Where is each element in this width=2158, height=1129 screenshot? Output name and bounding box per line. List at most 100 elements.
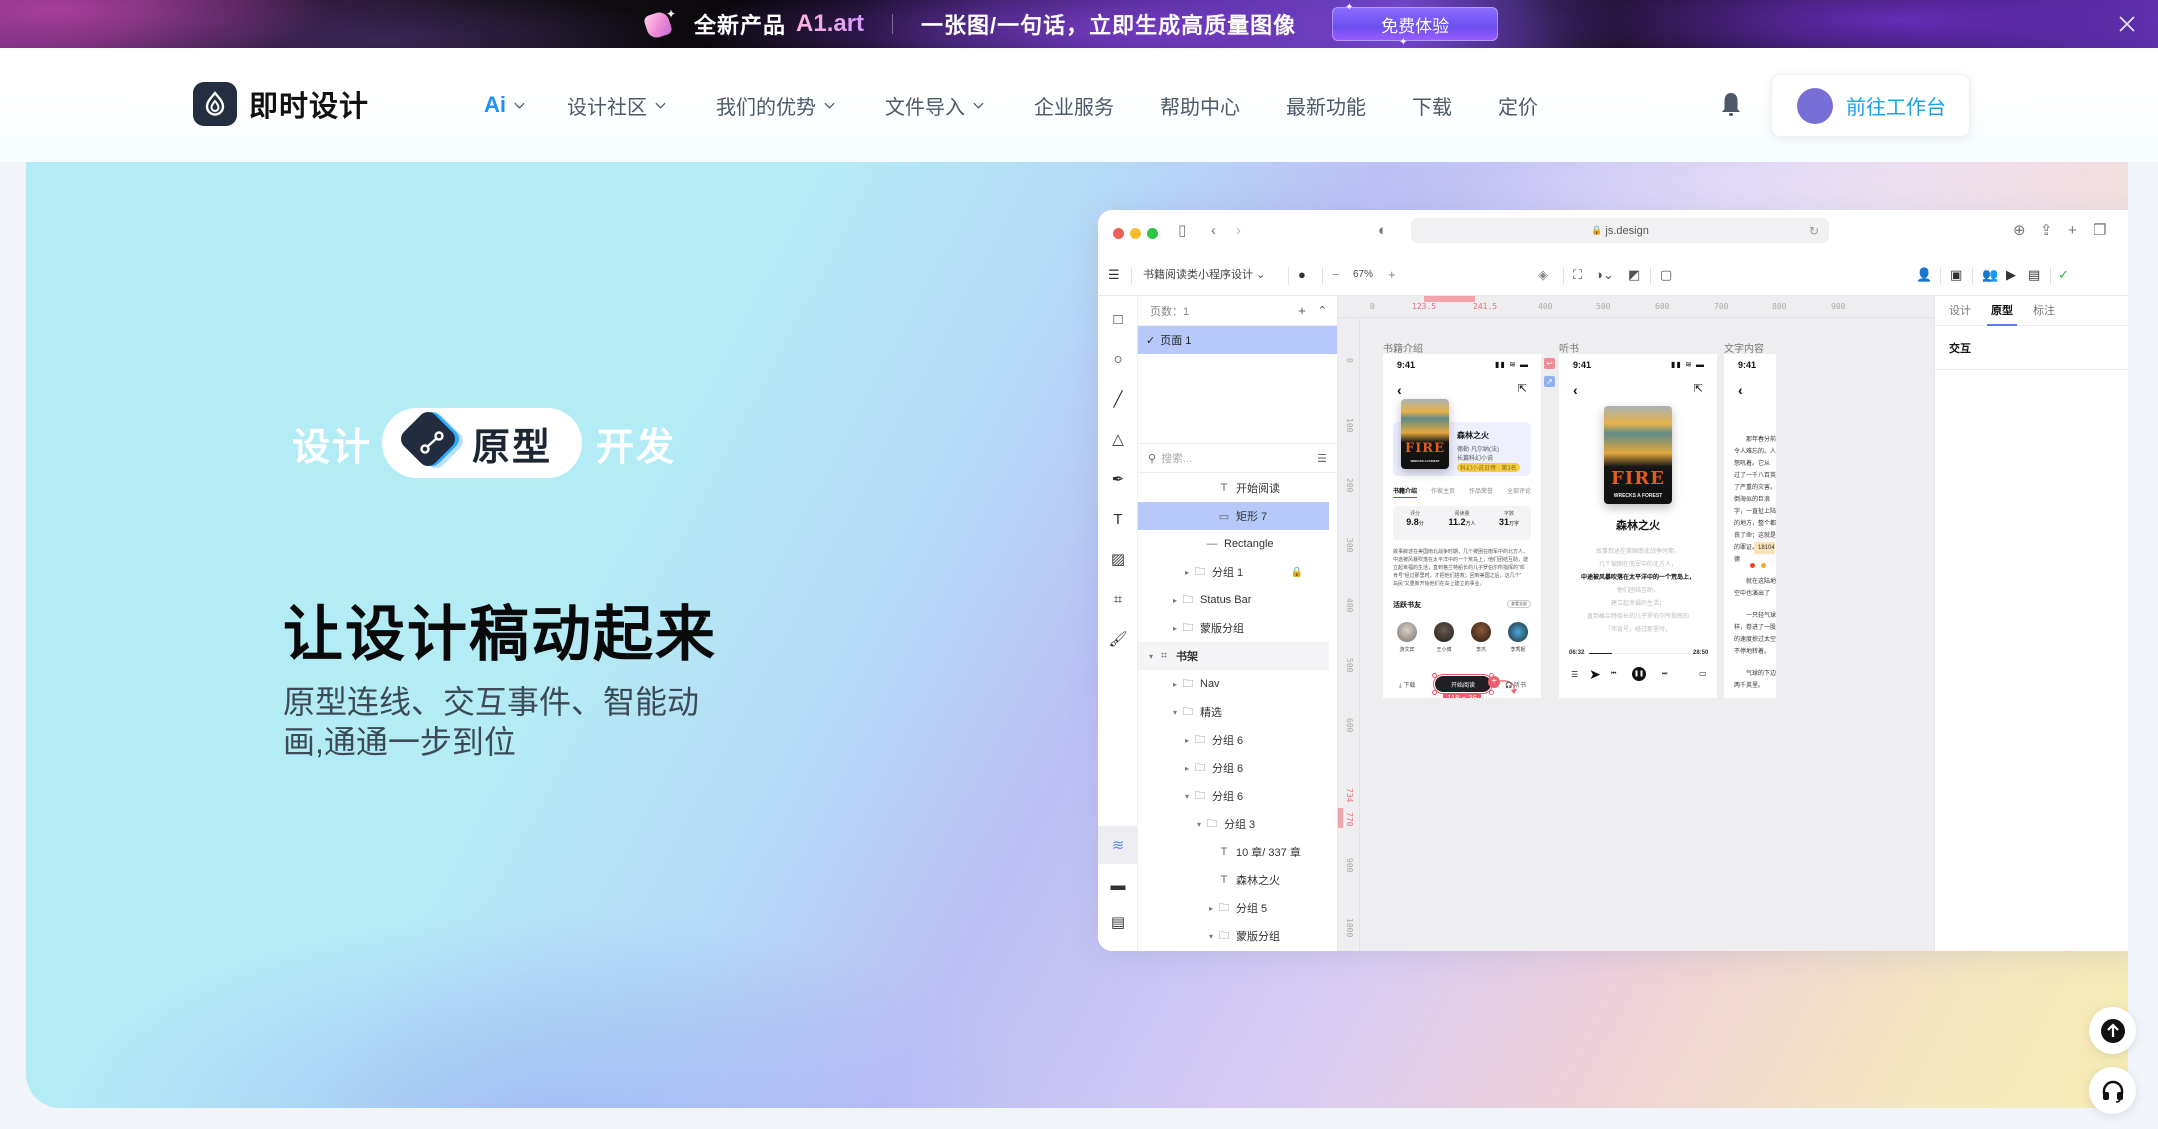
tab-prototype[interactable]: 原型 — [1987, 296, 2017, 326]
tabs-overview-icon[interactable]: ❐ — [2093, 222, 2106, 240]
comment-icon[interactable]: ● — [1298, 267, 1306, 283]
layers-icon[interactable]: ≋ — [1098, 826, 1138, 864]
reload-icon[interactable]: ↻ — [1809, 224, 1819, 238]
caret-down-icon[interactable]: ▾ — [1194, 820, 1204, 829]
share-icon[interactable]: ⇱ — [1694, 382, 1703, 395]
layer-item[interactable]: ▸ 🗀 Nav — [1138, 670, 1337, 698]
sidebar-toggle-icon[interactable]: ▯ — [1178, 222, 1186, 240]
pill-design[interactable]: 设计 — [292, 416, 372, 471]
layer-item[interactable]: T 10 章/ 337 章 — [1138, 838, 1337, 866]
friend-avatar[interactable] — [1434, 622, 1454, 642]
caret-right-icon[interactable]: ▸ — [1170, 680, 1180, 689]
back-icon[interactable]: ‹ — [1211, 222, 1216, 240]
lock-icon[interactable]: 🔒 — [1291, 567, 1303, 578]
close-icon[interactable] — [2110, 7, 2144, 41]
frame-select-icon[interactable]: ⛶ — [1573, 267, 1582, 283]
play-icon[interactable]: ▶ — [2006, 267, 2016, 283]
nav-item-import[interactable]: 文件导入 — [885, 91, 984, 120]
progress-track[interactable] — [1589, 653, 1689, 654]
friend-avatar[interactable] — [1471, 622, 1491, 642]
friend-avatar[interactable] — [1508, 622, 1528, 642]
rectangle-tool-icon[interactable]: □ — [1107, 308, 1129, 330]
color-dot-red[interactable] — [1750, 563, 1755, 568]
layout-icon[interactable]: ▤ — [2028, 267, 2040, 283]
pill-prototype[interactable]: 原型 — [382, 407, 583, 478]
device-frame-icon[interactable]: ▢ — [1660, 267, 1672, 283]
brush-tool-icon[interactable]: 🖌 — [1107, 628, 1129, 650]
book-icon[interactable]: ▭ — [1699, 669, 1707, 678]
frame-tool-icon[interactable]: ⌗ — [1107, 588, 1129, 610]
lyric-line[interactable]: 他们团结互助， — [1559, 585, 1717, 594]
ellipse-tool-icon[interactable]: ○ — [1107, 348, 1129, 370]
logo[interactable]: 即时设计 — [193, 82, 369, 126]
layer-item[interactable]: ▸ 🗀 蒙版分组 — [1138, 614, 1337, 642]
nav-item-enterprise[interactable]: 企业服务 — [1034, 91, 1114, 120]
frame-reading[interactable]: 9:41 ‹ 那年春分前 令人难忘的。人 怒吼着。它从 过了一千八百英 了严重的灾害。倒… — [1724, 354, 1776, 698]
tab-design[interactable]: 设计 — [1949, 296, 1971, 326]
caret-down-icon[interactable]: ▾ — [1182, 792, 1192, 801]
lyric-line[interactable]: 故事叙述在美国南北战争时期， — [1559, 546, 1717, 555]
minimize-dot-icon[interactable] — [1130, 228, 1141, 239]
layer-item[interactable]: ▾ 🗀 分组 6 — [1138, 782, 1337, 810]
collaborator-avatar[interactable]: 👤 — [1916, 267, 1932, 283]
lyric-line-current[interactable]: 中途被风暴吹落在太平洋中的一个荒岛上， — [1559, 572, 1717, 581]
nav-item-advantages[interactable]: 我们的优势 — [716, 91, 835, 120]
layer-item[interactable]: ▾ 🗀 蒙版分组 — [1138, 922, 1337, 950]
promo-banner[interactable]: ✦ 全新产品 A1.art 一张图/一句话，立即生成高质量图像 ✦ 免费体验 ✦ — [0, 0, 2158, 48]
back-arrow-icon[interactable]: ‹ — [1573, 382, 1578, 398]
caret-right-icon[interactable]: ▸ — [1170, 624, 1180, 633]
line-tool-icon[interactable]: ╱ — [1107, 388, 1129, 410]
layer-item[interactable]: ▸ 🗀 分组 6 — [1138, 754, 1337, 782]
listen-button[interactable]: 🎧 听书 — [1505, 680, 1526, 689]
nav-item-new-features[interactable]: 最新功能 — [1286, 91, 1366, 120]
layer-item[interactable]: ▸ 🗀 分组 6 — [1138, 726, 1337, 754]
zoom-level[interactable]: 67% — [1353, 267, 1373, 283]
layer-item[interactable]: T 森林之火 — [1138, 866, 1337, 894]
see-all-button[interactable]: 查看全部 — [1507, 600, 1531, 608]
go-to-workbench-button[interactable]: 前往工作台 — [1771, 74, 1970, 137]
tab-book-intro[interactable]: 书籍介绍 — [1393, 486, 1418, 498]
share-icon[interactable]: ⇱ — [1518, 382, 1527, 395]
image-tool-icon[interactable]: ▨ — [1107, 548, 1129, 570]
crop-icon[interactable]: ◩ — [1628, 267, 1640, 283]
user-icon[interactable]: 👥 — [1982, 267, 1998, 283]
playlist-icon[interactable]: ☰ — [1571, 670, 1578, 679]
layer-item[interactable]: T 开始阅读 — [1138, 474, 1337, 502]
share-icon[interactable]: ⇪ — [2040, 222, 2053, 240]
lyric-line[interactable]: 「邓肯号」经过那里时， — [1559, 624, 1717, 633]
layer-item[interactable]: ▾ 🗀 精选 — [1138, 698, 1337, 726]
friend-avatar[interactable] — [1397, 622, 1417, 642]
lyric-line[interactable]: 直到格兰特船长的儿子罗伯尔所指挥的 — [1559, 611, 1717, 620]
layer-item[interactable]: ▾ 🗀 分组 3 — [1138, 810, 1337, 838]
nav-item-pricing[interactable]: 定价 — [1498, 91, 1538, 120]
back-arrow-icon[interactable]: ‹ — [1397, 382, 1402, 398]
caret-down-icon[interactable]: ▾ — [1170, 708, 1180, 717]
download-icon[interactable]: ⊕ — [2013, 222, 2026, 240]
layer-item[interactable]: ▾ ⌗ 书架 — [1138, 642, 1329, 670]
collapse-pages-icon[interactable]: ⌃ — [1318, 304, 1327, 317]
resize-handle[interactable] — [1432, 690, 1437, 695]
previous-icon[interactable]: ⏮ — [1611, 671, 1616, 678]
caret-right-icon[interactable]: ▸ — [1182, 736, 1192, 745]
zoom-in-button[interactable]: + — [1388, 267, 1396, 283]
assets-icon[interactable]: ▬ — [1107, 874, 1129, 896]
address-bar[interactable]: 🔒 js.design ↻ — [1411, 218, 1829, 243]
lyric-line[interactable]: 建立起幸福的生活； — [1559, 598, 1717, 607]
nav-item-community[interactable]: 设计社区 — [567, 91, 666, 120]
tab-annotate[interactable]: 标注 — [2033, 296, 2055, 326]
customer-support-button[interactable] — [2089, 1067, 2136, 1114]
bell-icon[interactable] — [1718, 90, 1744, 120]
close-dot-icon[interactable] — [1113, 228, 1124, 239]
zoom-out-button[interactable]: − — [1332, 267, 1340, 283]
pill-develop[interactable]: 开发 — [596, 416, 676, 471]
page-item[interactable]: ✓ 页面 1 — [1138, 326, 1337, 354]
new-tab-icon[interactable]: + — [2068, 222, 2077, 240]
back-to-top-button[interactable] — [2089, 1007, 2136, 1054]
resize-handle[interactable] — [1489, 690, 1494, 695]
text-tool-icon[interactable]: T — [1107, 508, 1129, 530]
layer-item[interactable]: ▸ 🗀 分组 1 🔒 — [1138, 558, 1337, 586]
free-trial-button[interactable]: ✦ 免费体验 ✦ — [1332, 2, 1499, 48]
frame-listen[interactable]: 9:41 ▮▮ ≋ ▬ ‹ ⇱ FIRE WRECKS A FOREST 森林之… — [1559, 354, 1717, 698]
nav-item-ai[interactable]: Ai — [484, 92, 525, 118]
caret-right-icon[interactable]: ▸ — [1206, 904, 1216, 913]
